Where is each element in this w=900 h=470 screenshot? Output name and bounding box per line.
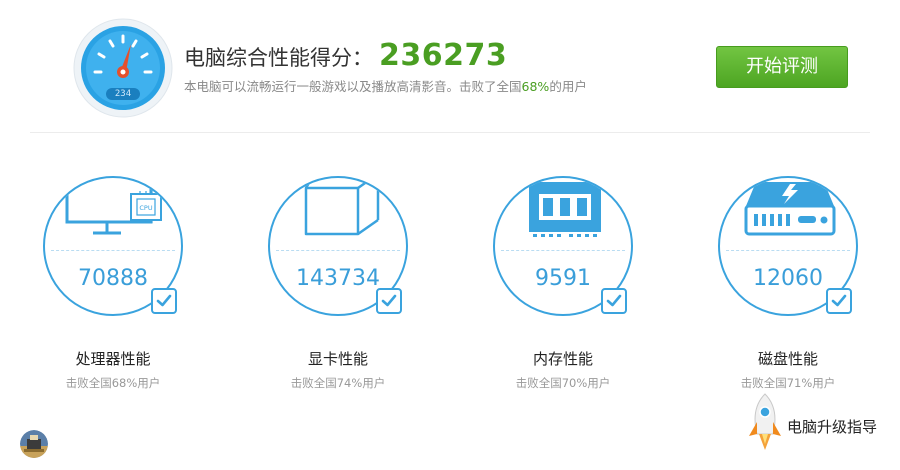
checkbox-checked-icon[interactable] [826, 288, 852, 314]
rocket-icon [749, 393, 781, 450]
memory-label: 内存性能 [532, 350, 593, 368]
description-text: 本电脑可以流畅运行一般游戏以及播放高清影音。击败了全国 [184, 79, 522, 94]
start-test-button[interactable]: 开始评测 [716, 46, 848, 88]
gauge-digits: 234 [114, 89, 132, 99]
dashed-divider [501, 250, 625, 251]
memory-performance-card[interactable]: 9591 内存性能 击败全国70%用户 [483, 172, 643, 392]
speedometer-icon: 234 [73, 18, 173, 118]
disk-performance-card[interactable]: 12060 磁盘性能 击败全国71%用户 [708, 172, 868, 392]
divider [30, 132, 870, 133]
checkbox-checked-icon[interactable] [151, 288, 177, 314]
header: 234 电脑综合性能得分： 236273 本电脑可以流畅运行一般游戏以及播放高清影… [0, 0, 900, 130]
checkbox-checked-icon[interactable] [376, 288, 402, 314]
cpu-chip-text: CPU [139, 204, 152, 212]
memory-beat-text: 击败全国70%用户 [515, 376, 611, 390]
cpu-beat-text: 击败全国68%用户 [65, 376, 161, 390]
disk-beat-text: 击败全国71%用户 [740, 376, 836, 390]
gpu-beat-text: 击败全国74%用户 [290, 376, 386, 390]
dashed-divider [726, 250, 850, 251]
beat-percent: 68% [521, 79, 550, 94]
cpu-performance-card[interactable]: CPU 70888 处理器性能 击败全国68%用户 [33, 172, 193, 392]
gpu-performance-card[interactable]: 143734 显卡性能 击败全国74%用户 [258, 172, 418, 392]
score-title-label: 电脑综合性能得分： [184, 46, 373, 70]
gpu-label: 显卡性能 [307, 350, 368, 368]
user-avatar-icon[interactable] [20, 430, 48, 458]
upgrade-guide-button[interactable]: 电脑升级指导 [745, 392, 895, 452]
description-suffix: 的用户 [549, 79, 587, 94]
dashed-divider [276, 250, 400, 251]
disk-label: 磁盘性能 [757, 350, 818, 368]
dashed-divider [51, 250, 175, 251]
score-description: 本电脑可以流畅运行一般游戏以及播放高清影音。击败了全国68%的用户 [184, 76, 587, 95]
score-title: 电脑综合性能得分： 236273 [184, 38, 507, 73]
upgrade-guide-label: 电脑升级指导 [787, 418, 878, 436]
cpu-label: 处理器性能 [75, 350, 151, 368]
total-score: 236273 [379, 38, 508, 73]
checkbox-checked-icon[interactable] [601, 288, 627, 314]
